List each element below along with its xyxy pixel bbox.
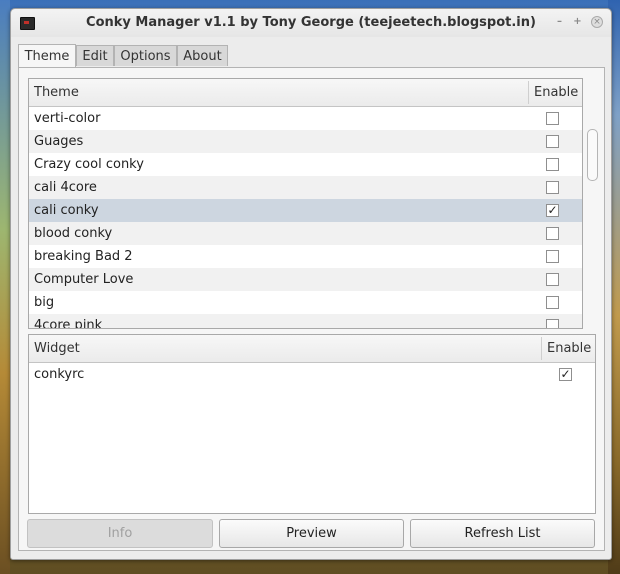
theme-row[interactable]: Guages [29,130,582,153]
widget-name: conkyrc [34,367,85,382]
theme-tab-panel: Theme Enable verti-color Guages Crazy cool… [18,67,605,551]
theme-name: cali 4core [34,180,97,195]
title-bar[interactable]: Conky Manager v1.1 by Tony George (teeje… [11,9,611,37]
enable-checkbox[interactable]: ✓ [546,204,559,217]
theme-list-header: Theme Enable [29,79,582,107]
theme-name: verti-color [34,111,101,126]
theme-name: big [34,295,55,310]
scrollbar-thumb[interactable] [587,129,598,181]
widget-column-header[interactable]: Widget [29,335,541,362]
info-button[interactable]: Info [27,519,213,548]
conky-manager-window: Conky Manager v1.1 by Tony George (teeje… [10,8,612,560]
enable-checkbox[interactable] [546,296,559,309]
theme-column-header[interactable]: Theme [29,79,528,106]
enable-checkbox[interactable] [546,273,559,286]
theme-list-scrollbar[interactable] [584,78,601,329]
tab-options[interactable]: Options [114,45,177,66]
tab-theme[interactable]: Theme [18,44,76,67]
desktop-wallpaper-left [0,0,10,574]
theme-row[interactable]: breaking Bad 2 [29,245,582,268]
widget-list[interactable]: Widget Enable conkyrc ✓ [28,334,596,514]
enable-checkbox[interactable]: ✓ [559,368,572,381]
theme-row[interactable]: verti-color [29,107,582,130]
enable-checkbox[interactable] [546,181,559,194]
theme-row[interactable]: big [29,291,582,314]
theme-name: Computer Love [34,272,134,287]
minimize-icon[interactable]: – [554,16,565,27]
theme-list[interactable]: Theme Enable verti-color Guages Crazy cool… [28,78,583,329]
refresh-list-button[interactable]: Refresh List [410,519,595,548]
widget-row[interactable]: conkyrc ✓ [29,363,595,386]
theme-name: Guages [34,134,84,149]
enable-checkbox[interactable] [546,227,559,240]
theme-name: blood conky [34,226,113,241]
theme-name: breaking Bad 2 [34,249,133,264]
preview-button[interactable]: Preview [219,519,404,548]
theme-name: 4core pink [34,318,103,329]
maximize-icon[interactable]: + [572,16,583,27]
enable-column-header[interactable]: Enable [542,335,595,362]
widget-list-header: Widget Enable [29,335,595,363]
theme-row[interactable]: blood conky [29,222,582,245]
enable-checkbox[interactable] [546,112,559,125]
theme-row[interactable]: Crazy cool conky [29,153,582,176]
close-icon[interactable]: × [591,16,603,28]
theme-name: Crazy cool conky [34,157,144,172]
enable-checkbox[interactable] [546,158,559,171]
theme-row[interactable]: cali 4core [29,176,582,199]
enable-checkbox[interactable] [546,250,559,263]
tab-edit[interactable]: Edit [76,45,114,66]
theme-row[interactable]: Computer Love [29,268,582,291]
enable-checkbox[interactable] [546,135,559,148]
theme-row[interactable]: 4core pink [29,314,582,329]
theme-name: cali conky [34,203,99,218]
window-title: Conky Manager v1.1 by Tony George (teeje… [86,15,536,30]
enable-checkbox[interactable] [546,319,559,328]
enable-column-header[interactable]: Enable [529,79,582,106]
tab-about[interactable]: About [177,45,228,66]
theme-row[interactable]: cali conky ✓ [29,199,582,222]
